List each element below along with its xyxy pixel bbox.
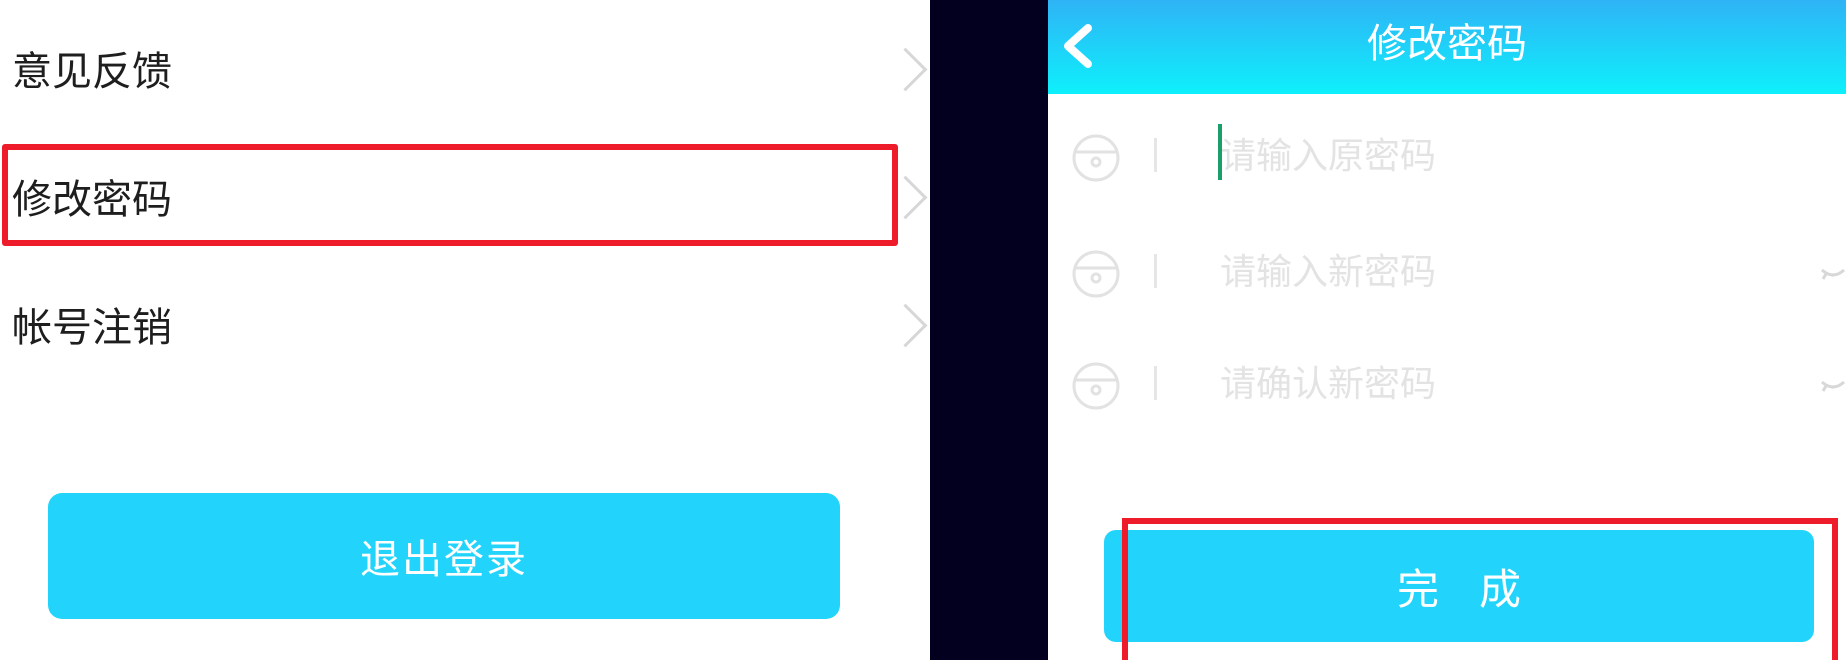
page-title: 修改密码 [1367, 21, 1527, 67]
lock-icon [1072, 250, 1120, 298]
menu-item-feedback[interactable]: 意见反馈 [0, 12, 930, 132]
highlight-box [1122, 518, 1838, 660]
change-password-panel: 修改密码 完成 [1048, 0, 1846, 660]
field-divider [1154, 138, 1157, 172]
confirm-password-field [1048, 332, 1846, 432]
field-divider [1154, 254, 1157, 288]
old-password-input[interactable] [1220, 130, 1740, 182]
new-password-field [1048, 220, 1846, 320]
highlight-box [2, 144, 898, 246]
title-bar: 修改密码 [1048, 0, 1846, 94]
text-caret [1218, 124, 1222, 180]
old-password-field [1048, 104, 1846, 204]
field-divider [1154, 366, 1157, 400]
menu-item-label: 帐号注销 [12, 305, 172, 351]
lock-icon [1072, 362, 1120, 410]
settings-panel: 意见反馈 修改密码 帐号注销 退出登录 [0, 0, 930, 660]
chevron-right-icon [883, 47, 928, 92]
eye-closed-icon[interactable] [1820, 264, 1846, 282]
lock-icon [1072, 134, 1120, 182]
chevron-right-icon [883, 303, 928, 348]
logout-label: 退出登录 [360, 537, 528, 583]
eye-closed-icon[interactable] [1820, 376, 1846, 394]
menu-item-label: 意见反馈 [12, 49, 172, 95]
new-password-input[interactable] [1220, 246, 1740, 298]
logout-button[interactable]: 退出登录 [48, 493, 840, 619]
confirm-password-input[interactable] [1220, 358, 1740, 410]
menu-item-account-cancel[interactable]: 帐号注销 [0, 268, 930, 388]
